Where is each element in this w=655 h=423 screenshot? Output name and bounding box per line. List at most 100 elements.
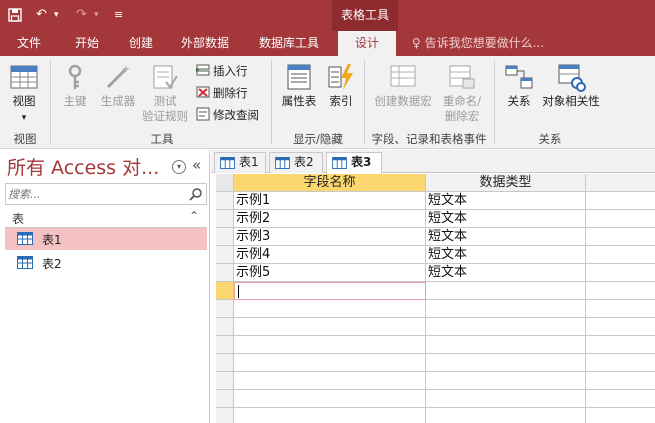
nav-dropdown-icon[interactable]: ▾ [172,160,186,174]
row-selector[interactable] [216,300,234,318]
field-name-cell[interactable] [234,372,426,390]
row-selector[interactable] [216,210,234,228]
test-validation-rules-button[interactable]: 测试 验证规则 [138,62,192,124]
insert-rows-button[interactable]: 插入行 [196,62,248,80]
nav-search-input[interactable] [8,185,186,203]
field-name-cell[interactable]: 示例4 [234,246,426,264]
data-type-cell[interactable] [426,318,586,336]
nav-item-table1[interactable]: 表1 [5,228,207,250]
data-type-cell[interactable]: 短文本 [426,228,586,246]
row-selector[interactable] [216,192,234,210]
undo-dropdown-icon[interactable]: ▾ [54,5,59,25]
tab-create[interactable]: 创建 [120,31,162,56]
primary-key-button[interactable]: 主键 [56,62,94,109]
column-header-description[interactable] [586,174,655,192]
view-button[interactable]: 视图 ▾ [4,62,44,126]
undo-icon[interactable]: ↶ [36,5,47,25]
data-type-cell[interactable] [426,300,586,318]
data-type-cell[interactable] [426,372,586,390]
row-selector[interactable] [216,228,234,246]
description-cell[interactable] [586,228,655,246]
delete-rows-label: 删除行 [213,86,248,100]
description-cell[interactable] [586,390,655,408]
row-selector[interactable] [216,372,234,390]
field-name-cell[interactable]: 示例3 [234,228,426,246]
table-icon [220,157,235,169]
field-name-cell[interactable] [234,282,426,300]
field-name-cell[interactable]: 示例2 [234,210,426,228]
data-type-cell[interactable]: 短文本 [426,210,586,228]
description-cell[interactable] [586,408,655,423]
data-type-cell[interactable] [426,390,586,408]
description-cell[interactable] [586,300,655,318]
rename-delete-macro-button[interactable]: 重命名/ 删除宏 [438,62,486,124]
customize-qat-icon[interactable]: ≡ [114,5,123,25]
row-selector[interactable] [216,408,234,423]
object-dependencies-label: 对象相关性 [542,94,600,108]
field-name-cell[interactable] [234,390,426,408]
row-selector[interactable] [216,390,234,408]
data-type-cell[interactable] [426,408,586,423]
description-cell[interactable] [586,318,655,336]
property-sheet-button[interactable]: 属性表 [276,62,322,109]
field-name-cell[interactable] [234,408,426,423]
indexes-button[interactable]: 索引 [324,62,358,109]
row-selector[interactable] [216,282,234,300]
grid-corner[interactable] [216,174,234,192]
tab-design[interactable]: 设计 [338,31,396,56]
data-type-cell[interactable] [426,354,586,372]
tab-home[interactable]: 开始 [66,31,108,56]
create-data-macros-button[interactable]: 创建数据宏 [370,62,436,109]
field-name-cell[interactable] [234,318,426,336]
doc-tab-table1[interactable]: 表1 [214,152,266,173]
field-name-cell[interactable] [234,354,426,372]
row-selector[interactable] [216,318,234,336]
redo-dropdown-icon[interactable]: ▾ [94,5,99,25]
save-icon[interactable] [8,5,22,25]
description-cell[interactable] [586,336,655,354]
data-type-cell[interactable] [426,336,586,354]
description-cell[interactable] [586,282,655,300]
description-cell[interactable] [586,210,655,228]
row-selector[interactable] [216,336,234,354]
group-label-relationships: 关系 [538,132,562,146]
column-header-data-type[interactable]: 数据类型 [426,174,586,192]
tell-me-box[interactable]: ♀ 告诉我您想要做什么... [412,31,544,56]
nav-item-table2[interactable]: 表2 [5,252,207,274]
description-cell[interactable] [586,192,655,210]
field-name-cell[interactable]: 示例5 [234,264,426,282]
doc-tab-table2[interactable]: 表2 [269,152,323,173]
object-dependencies-icon [558,64,586,92]
tab-file[interactable]: 文件 [8,31,50,56]
data-type-cell[interactable]: 短文本 [426,246,586,264]
builder-button[interactable]: 生成器 [96,62,140,109]
field-name-cell[interactable]: 示例1 [234,192,426,210]
row-selector[interactable] [216,264,234,282]
relationships-button[interactable]: 关系 [500,62,538,109]
field-name-cell[interactable] [234,300,426,318]
row-selector[interactable] [216,246,234,264]
collapse-group-icon[interactable]: ⌃ [189,209,199,223]
nav-pane-title[interactable]: 所有 Access 对... [7,153,159,180]
doc-tab-table3[interactable]: 表3 [326,152,382,174]
data-type-cell[interactable]: 短文本 [426,192,586,210]
redo-icon[interactable]: ↷ [76,5,87,25]
data-type-cell[interactable]: 短文本 [426,264,586,282]
field-name-cell[interactable] [234,336,426,354]
modify-lookups-button[interactable]: 修改查阅 [196,106,259,124]
description-cell[interactable] [586,354,655,372]
search-icon[interactable] [189,187,203,201]
tab-database-tools[interactable]: 数据库工具 [252,31,326,56]
description-cell[interactable] [586,264,655,282]
object-dependencies-button[interactable]: 对象相关性 [540,62,602,109]
ribbon-separator [50,60,51,144]
collapse-nav-icon[interactable]: « [192,156,201,174]
column-header-field-name[interactable]: 字段名称 [234,174,426,192]
description-cell[interactable] [586,372,655,390]
description-cell[interactable] [586,246,655,264]
delete-rows-button[interactable]: 删除行 [196,84,248,102]
row-selector[interactable] [216,354,234,372]
tab-external-data[interactable]: 外部数据 [174,31,236,56]
nav-group-tables[interactable]: 表 ⌃ [5,208,207,228]
data-type-cell[interactable] [426,282,586,300]
